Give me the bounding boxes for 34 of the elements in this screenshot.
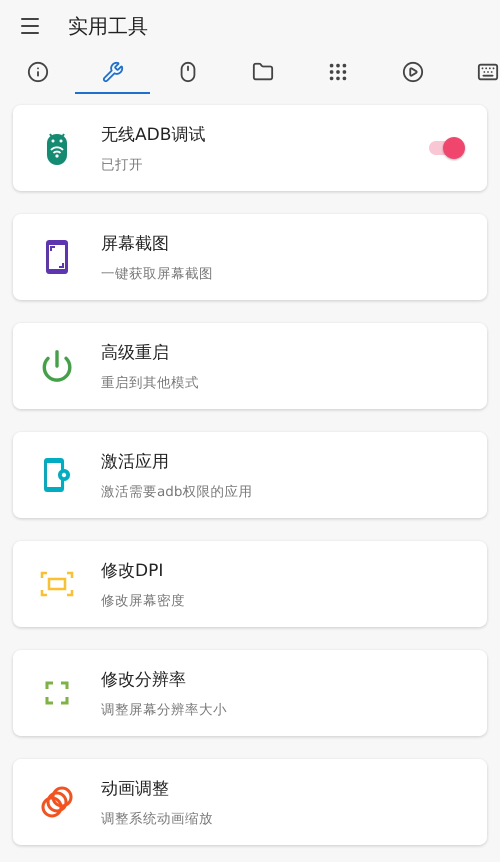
- tool-subtitle: 一键获取屏幕截图: [101, 264, 214, 282]
- folder-icon: [252, 61, 274, 83]
- phone-screenshot-icon: [45, 239, 69, 275]
- tool-title: 修改DPI: [101, 560, 164, 582]
- tool-title: 高级重启: [101, 342, 170, 364]
- tool-subtitle: 调整屏幕分辨率大小: [101, 700, 228, 718]
- rings-icon: [40, 785, 74, 819]
- tool-title: 激活应用: [101, 450, 170, 472]
- tool-title: 无线ADB调试: [101, 124, 206, 146]
- tool-subtitle: 重启到其他模式: [101, 374, 200, 392]
- tool-subtitle: 已打开: [101, 156, 144, 174]
- page-title: 实用工具: [68, 12, 148, 40]
- fullscreen-icon: [45, 681, 69, 705]
- tool-card[interactable]: 屏幕截图 一键获取屏幕截图: [13, 214, 487, 300]
- tool-subtitle: 修改屏幕密度: [101, 592, 186, 610]
- android-wifi-icon: [44, 131, 70, 165]
- tool-card[interactable]: 修改分辨率 调整屏幕分辨率大小: [13, 650, 487, 736]
- phone-gear-icon: [43, 457, 71, 493]
- tool-title: 动画调整: [101, 778, 170, 800]
- dpi-frame-icon: [40, 570, 74, 598]
- power-icon: [40, 349, 74, 383]
- info-icon: [26, 61, 48, 83]
- tool-card[interactable]: 激活应用 激活需要adb权限的应用: [13, 432, 487, 518]
- tool-card[interactable]: 动画调整 调整系统动画缩放: [13, 759, 487, 845]
- tool-title: 屏幕截图: [101, 232, 170, 254]
- tool-card[interactable]: 高级重启 重启到其他模式: [13, 323, 487, 409]
- tool-card[interactable]: 无线ADB调试 已打开: [13, 105, 487, 191]
- wrench-icon: [102, 61, 124, 83]
- play-icon: [402, 61, 424, 83]
- tool-title: 修改分辨率: [101, 668, 187, 690]
- tool-subtitle: 调整系统动画缩放: [101, 810, 214, 828]
- tool-subtitle: 激活需要adb权限的应用: [101, 482, 254, 500]
- tool-card[interactable]: 修改DPI 修改屏幕密度: [13, 541, 487, 627]
- keyboard-icon: [476, 61, 498, 83]
